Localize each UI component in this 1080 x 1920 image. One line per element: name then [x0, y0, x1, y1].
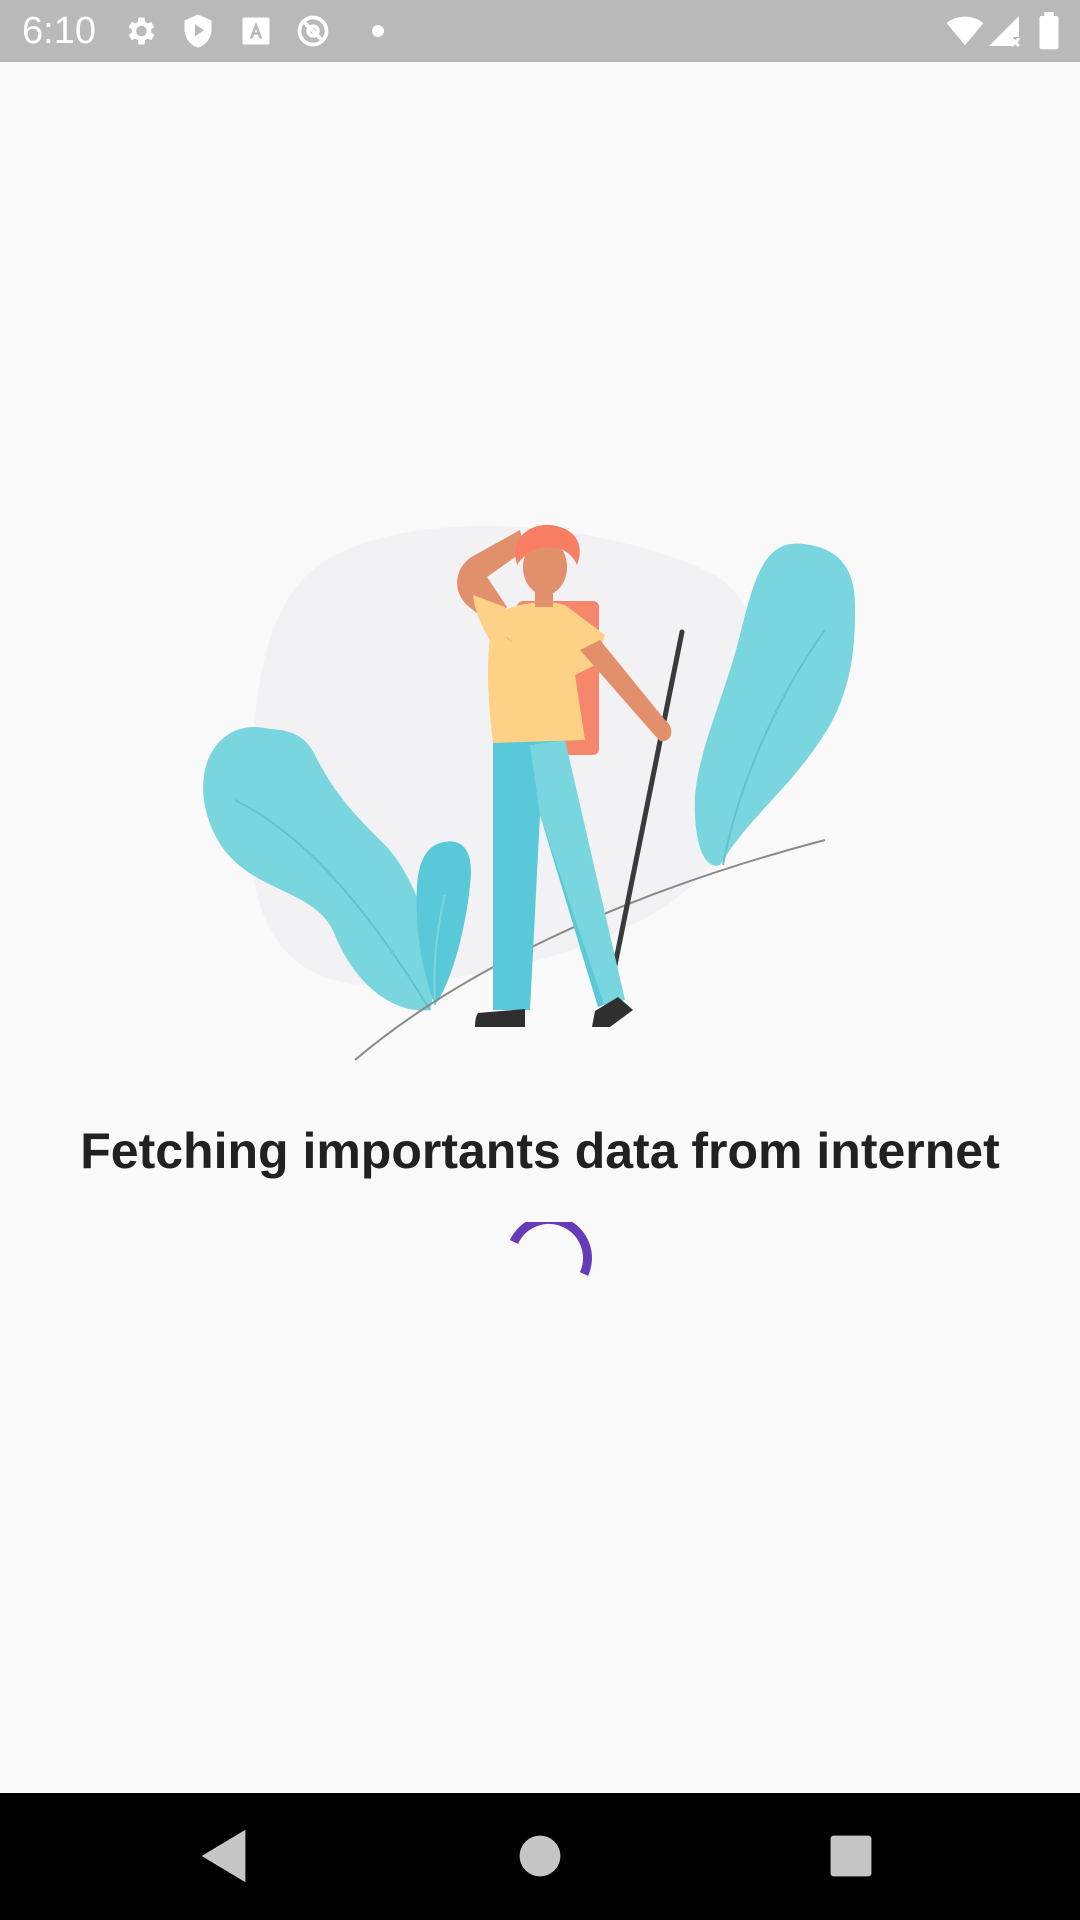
back-icon[interactable]	[190, 1821, 260, 1891]
hiker-illustration	[203, 524, 855, 1061]
status-bar: 6:10	[0, 0, 1080, 62]
home-icon[interactable]	[505, 1821, 575, 1891]
loading-title: Fetching importants data from internet	[80, 1123, 1000, 1179]
navigation-bar	[0, 1793, 1080, 1920]
signal-icon	[989, 16, 1021, 48]
gear-icon	[128, 17, 155, 45]
battery-icon	[1039, 12, 1059, 50]
loading-spinner	[509, 1222, 592, 1276]
wifi-icon	[946, 16, 984, 46]
shield-play-icon	[184, 14, 212, 48]
status-time: 6:10	[22, 10, 96, 52]
text-a-icon	[242, 17, 270, 45]
screen: 6:10 Fetching importants data from inter…	[0, 0, 1080, 1920]
notification-dot-icon	[372, 25, 384, 37]
at-sign-icon	[297, 15, 329, 47]
left-shoe	[475, 1009, 525, 1027]
recents-icon[interactable]	[816, 1821, 886, 1891]
